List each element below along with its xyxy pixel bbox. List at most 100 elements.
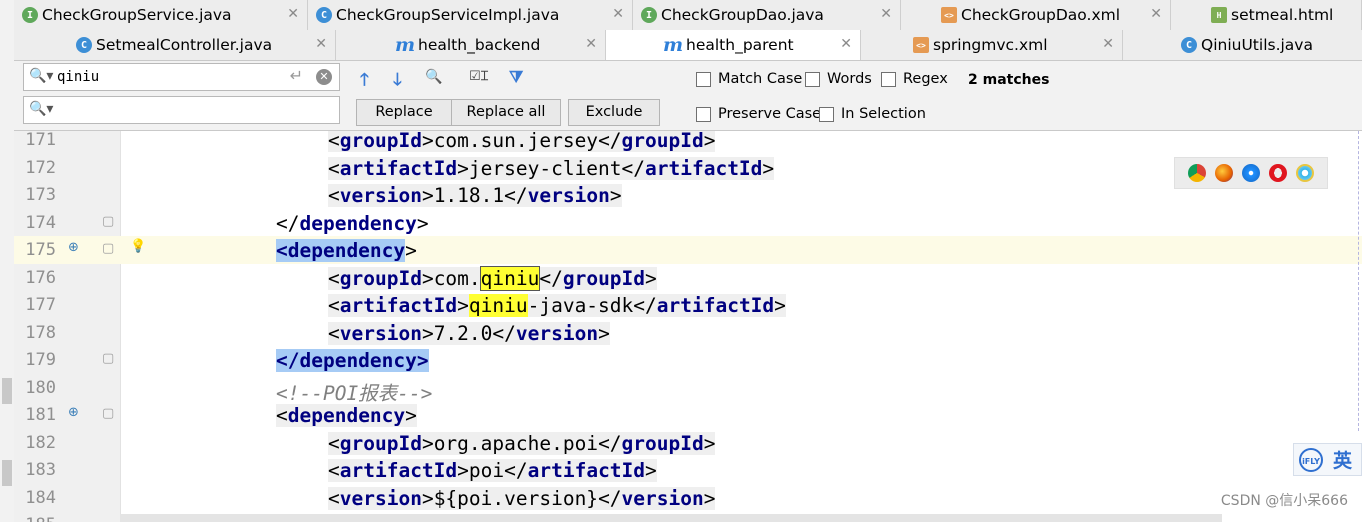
checkbox-box[interactable]	[881, 71, 896, 87]
firefox-icon[interactable]	[1214, 164, 1233, 182]
option-label: Words	[827, 71, 872, 87]
tab-checkgroupservice[interactable]: I CheckGroupService.java ✕	[14, 0, 308, 30]
strip-marker	[2, 378, 12, 404]
preserve-case-checkbox[interactable]: Preserve Case	[696, 106, 821, 122]
code-line[interactable]: 177 <artifactId>qiniu-java-sdk</artifactI…	[14, 291, 1362, 319]
tab-health-parent[interactable]: m health_parent ✕	[606, 30, 861, 60]
code-text: <version>7.2.0</version>	[328, 321, 610, 345]
close-icon[interactable]: ✕	[840, 36, 852, 52]
close-icon[interactable]: ✕	[315, 36, 327, 52]
code-token: poi	[468, 459, 505, 482]
fold-icon[interactable]: ▢	[102, 241, 114, 256]
replace-button[interactable]: Replace	[356, 99, 452, 126]
line-number: 177	[25, 295, 56, 315]
line-number: 176	[25, 267, 56, 288]
code-editor[interactable]: 171 <groupId>com.sun.jersey</groupId> 172 <…	[14, 131, 1362, 522]
fold-icon[interactable]: ▢	[102, 214, 114, 229]
tab-label: QiniuUtils.java	[1201, 36, 1313, 54]
search-input[interactable]: qiniu	[57, 69, 99, 85]
code-line[interactable]: 180 <!--POI报表-->	[14, 374, 1362, 405]
find-replace-bar: 🔍▾ qiniu ↵ ✕ 🔍▾ 🡑 🡓 🔍 ☑⌶ ⧩ Replace Repla…	[14, 61, 1362, 131]
code-token: <	[328, 459, 340, 482]
tab-health-backend[interactable]: m health_backend ✕	[336, 30, 606, 60]
code-line[interactable]: 184 <version>${poi.version}</version>	[14, 484, 1362, 512]
safari-icon[interactable]	[1241, 164, 1260, 182]
tab-springmvc-xml[interactable]: <> springmvc.xml ✕	[861, 30, 1123, 60]
tab-label: CheckGroupDao.xml	[961, 6, 1121, 24]
replace-all-button[interactable]: Replace all	[451, 99, 561, 126]
code-line[interactable]: 172 <artifactId>jersey-client</artifactId…	[14, 154, 1362, 182]
code-token: com.sun.jersey	[433, 131, 599, 152]
fold-icon[interactable]: ▢	[102, 406, 114, 421]
regex-checkbox[interactable]: Regex	[881, 71, 948, 87]
tab-label: CheckGroupDao.java	[661, 6, 824, 24]
checkbox-box[interactable]	[696, 106, 711, 122]
code-line[interactable]: 182 <groupId>org.apache.poi</groupId>	[14, 429, 1362, 457]
find-all-icon[interactable]: 🔍	[425, 69, 442, 85]
chrome-icon[interactable]	[1187, 164, 1206, 182]
interface-icon: I	[641, 7, 657, 23]
tab-checkgroupserviceimpl[interactable]: C CheckGroupServiceImpl.java ✕	[308, 0, 633, 30]
code-line[interactable]: 181 <dependency> ⊕ ▢	[14, 401, 1362, 429]
previous-occurrence-icon[interactable]: 🡑	[360, 67, 369, 96]
match-count: 2 matches	[968, 72, 1050, 88]
line-number: 183	[25, 460, 56, 480]
tab-checkgroupdao-java[interactable]: I CheckGroupDao.java ✕	[633, 0, 901, 30]
close-icon[interactable]: ✕	[612, 6, 624, 22]
replace-history-icon[interactable]: 🔍▾	[29, 101, 53, 117]
fold-icon[interactable]: ▢	[102, 351, 114, 366]
next-occurrence-icon[interactable]: 🡓	[393, 67, 402, 96]
implemented-marker-icon[interactable]: ⊕	[68, 405, 79, 420]
editor-tabs-row-2: C SetmealController.java ✕ m health_back…	[14, 30, 1362, 61]
checkbox-box[interactable]	[696, 71, 711, 87]
select-all-occurrences-icon[interactable]: ☑⌶	[469, 69, 488, 84]
code-line[interactable]: 179 </dependency> ▢	[14, 346, 1362, 374]
replace-field[interactable]: 🔍▾	[23, 96, 340, 124]
close-icon[interactable]: ✕	[880, 6, 892, 22]
code-token: </	[539, 266, 563, 290]
clear-search-icon[interactable]: ✕	[316, 69, 332, 85]
in-selection-checkbox[interactable]: In Selection	[819, 106, 926, 122]
line-number: 185	[18, 515, 56, 522]
tab-checkgroupdao-xml[interactable]: <> CheckGroupDao.xml ✕	[901, 0, 1171, 30]
code-token: groupId	[339, 431, 422, 455]
ie-icon[interactable]	[1296, 164, 1315, 182]
checkbox-box[interactable]	[819, 106, 834, 122]
exclude-button[interactable]: Exclude	[568, 99, 660, 126]
code-line[interactable]: 174 </dependency> ▢	[14, 209, 1362, 237]
code-token: </	[276, 211, 300, 235]
filter-icon[interactable]: ⧩	[509, 67, 523, 87]
code-token: >	[421, 131, 434, 152]
code-line[interactable]: 176 <groupId>com.qiniu</groupId>	[14, 264, 1362, 292]
close-icon[interactable]: ✕	[585, 36, 597, 52]
close-icon[interactable]: ✕	[287, 6, 299, 22]
words-checkbox[interactable]: Words	[805, 71, 872, 87]
intention-bulb-icon[interactable]: 💡	[130, 239, 146, 254]
opera-icon[interactable]	[1269, 164, 1288, 182]
code-token: dependency	[299, 211, 417, 235]
search-history-icon[interactable]: 🔍▾	[29, 68, 53, 84]
horizontal-scrollbar[interactable]	[120, 514, 1222, 522]
tab-setmeal-html[interactable]: H setmeal.html	[1171, 0, 1362, 30]
tab-qiniuutils[interactable]: C QiniuUtils.java	[1123, 30, 1362, 60]
ime-language[interactable]: 英	[1333, 446, 1352, 473]
close-icon[interactable]: ✕	[1150, 6, 1162, 22]
search-field[interactable]: 🔍▾ qiniu ↵ ✕	[23, 63, 340, 91]
option-label: Match Case	[718, 71, 803, 87]
implemented-marker-icon[interactable]: ⊕	[68, 240, 79, 255]
code-line[interactable]: 173 <version>1.18.1</version>	[14, 181, 1362, 209]
code-line[interactable]: 175 <dependency> ⊕ ▢ 💡	[14, 236, 1362, 264]
line-number: 179	[25, 350, 56, 370]
ime-widget[interactable]: iFLY 英	[1293, 443, 1362, 476]
code-line[interactable]: 178 <version>7.2.0</version>	[14, 319, 1362, 347]
close-icon[interactable]: ✕	[1102, 36, 1114, 52]
checkbox-box[interactable]	[805, 71, 820, 87]
code-line[interactable]: 183 <artifactId>poi</artifactId>	[14, 456, 1362, 484]
code-token: >	[457, 294, 469, 317]
match-case-checkbox[interactable]: Match Case	[696, 71, 802, 87]
vertical-scroll-indicator[interactable]	[1358, 131, 1362, 431]
code-line[interactable]: 171 <groupId>com.sun.jersey</groupId>	[14, 131, 1362, 154]
code-text: <dependency>	[276, 404, 417, 427]
maven-icon: m	[394, 34, 416, 56]
tab-setmealcontroller[interactable]: C SetmealController.java ✕	[14, 30, 336, 60]
